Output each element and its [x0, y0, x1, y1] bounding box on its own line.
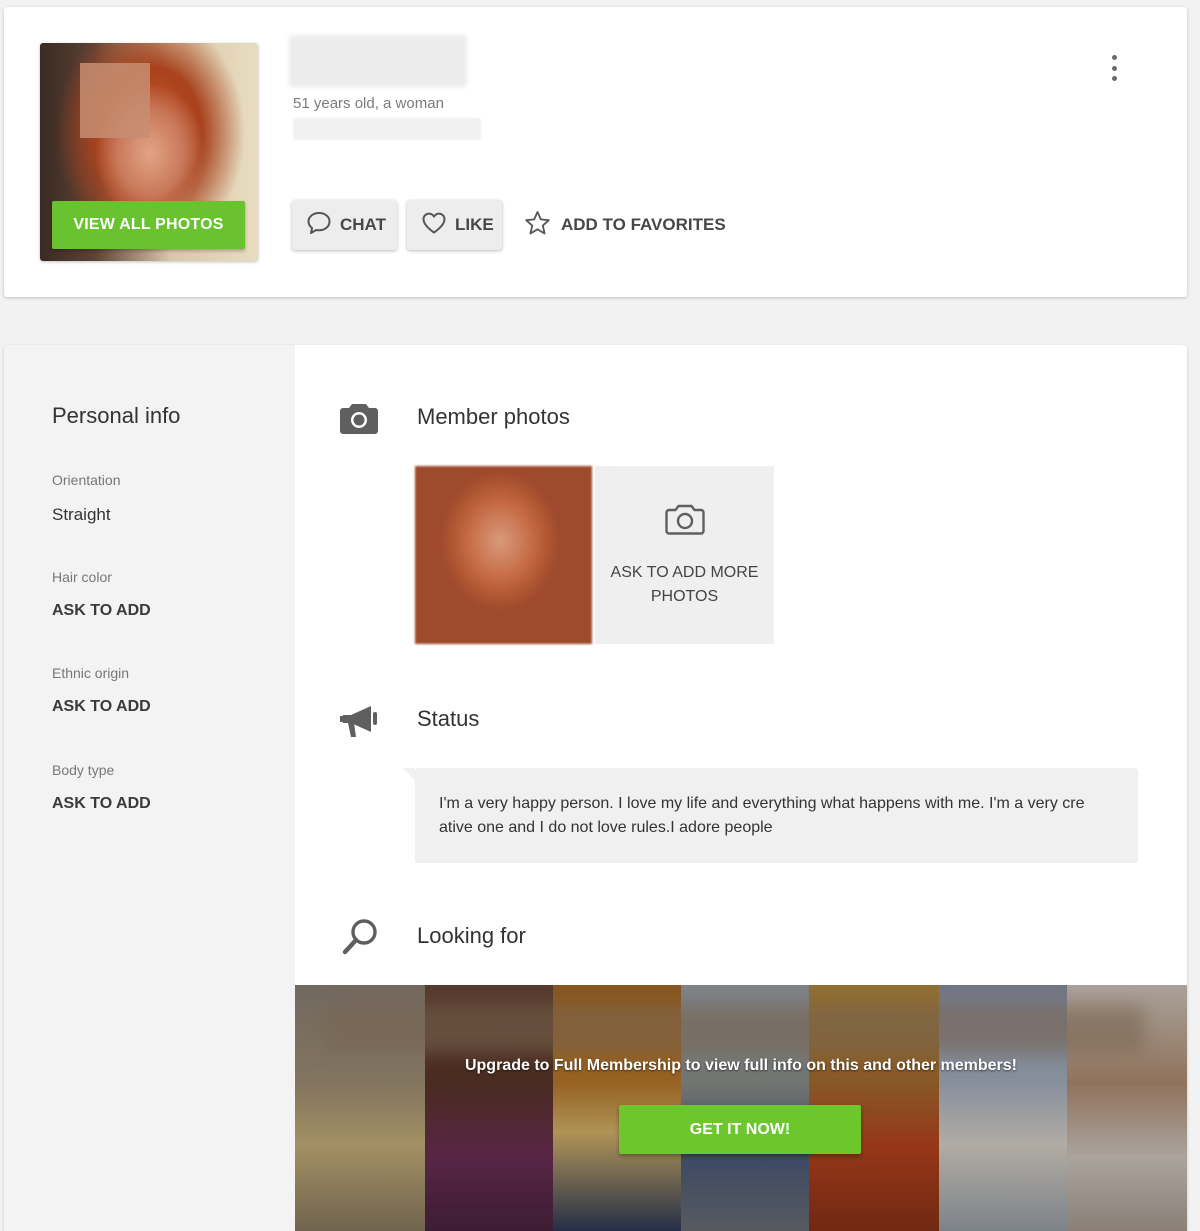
hair-color-ask-to-add[interactable]: ASK TO ADD	[52, 602, 151, 620]
banner-names-redacted	[325, 1005, 1145, 1053]
profile-details-card: Personal info Orientation Straight Hair …	[4, 345, 1187, 1231]
profile-header-card: VIEW ALL PHOTOS 51 years old, a woman CH…	[4, 7, 1187, 297]
orientation-label: Orientation	[52, 472, 121, 488]
personal-info-sidebar: Personal info Orientation Straight Hair …	[4, 345, 295, 1231]
status-text: I'm a very happy person. I love my life …	[439, 795, 1085, 836]
avatar-face-redaction	[80, 63, 150, 138]
body-type-ask-to-add[interactable]: ASK TO ADD	[52, 795, 151, 813]
member-photos-title: Member photos	[417, 404, 570, 429]
upgrade-message: Upgrade to Full Membership to view full …	[464, 1057, 1018, 1074]
ethnic-origin-ask-to-add[interactable]: ASK TO ADD	[52, 698, 151, 716]
ask-to-add-more-photos-button[interactable]: ASK TO ADD MORE PHOTOS	[595, 466, 774, 644]
kebab-menu-icon[interactable]	[1107, 55, 1121, 81]
add-to-favorites-label: ADD TO FAVORITES	[561, 215, 726, 234]
personal-info-title: Personal info	[52, 403, 181, 428]
profile-name-redacted	[289, 35, 467, 87]
chat-button-label: CHAT	[340, 215, 386, 234]
upgrade-banner: Upgrade to Full Membership to view full …	[295, 985, 1187, 1231]
star-icon	[524, 210, 551, 241]
status-text-bubble: I'm a very happy person. I love my life …	[403, 768, 1138, 863]
ask-to-add-more-photos-label: ASK TO ADD MORE PHOTOS	[610, 564, 759, 605]
add-to-favorites-button[interactable]: ADD TO FAVORITES	[524, 200, 726, 250]
get-it-now-button[interactable]: GET IT NOW!	[619, 1105, 861, 1154]
orientation-value: Straight	[52, 505, 111, 524]
search-icon	[339, 917, 381, 962]
camera-icon	[339, 401, 379, 440]
member-photo-thumbnail[interactable]	[415, 466, 592, 644]
status-title: Status	[417, 706, 480, 731]
body-type-label: Body type	[52, 762, 115, 778]
like-button[interactable]: LIKE	[407, 200, 502, 250]
profile-avatar[interactable]: VIEW ALL PHOTOS	[40, 43, 258, 261]
profile-location-redacted	[293, 118, 481, 140]
camera-outline-icon	[664, 502, 705, 541]
heart-icon	[421, 211, 447, 240]
looking-for-title: Looking for	[417, 923, 526, 948]
chat-button[interactable]: CHAT	[292, 200, 397, 250]
profile-age-gender: 51 years old, a woman	[293, 95, 444, 112]
ethnic-origin-label: Ethnic origin	[52, 665, 130, 681]
speech-bubble-icon	[306, 210, 332, 241]
view-all-photos-button[interactable]: VIEW ALL PHOTOS	[52, 201, 245, 249]
megaphone-icon	[339, 702, 383, 747]
hair-color-label: Hair color	[52, 569, 112, 585]
like-button-label: LIKE	[455, 215, 494, 234]
